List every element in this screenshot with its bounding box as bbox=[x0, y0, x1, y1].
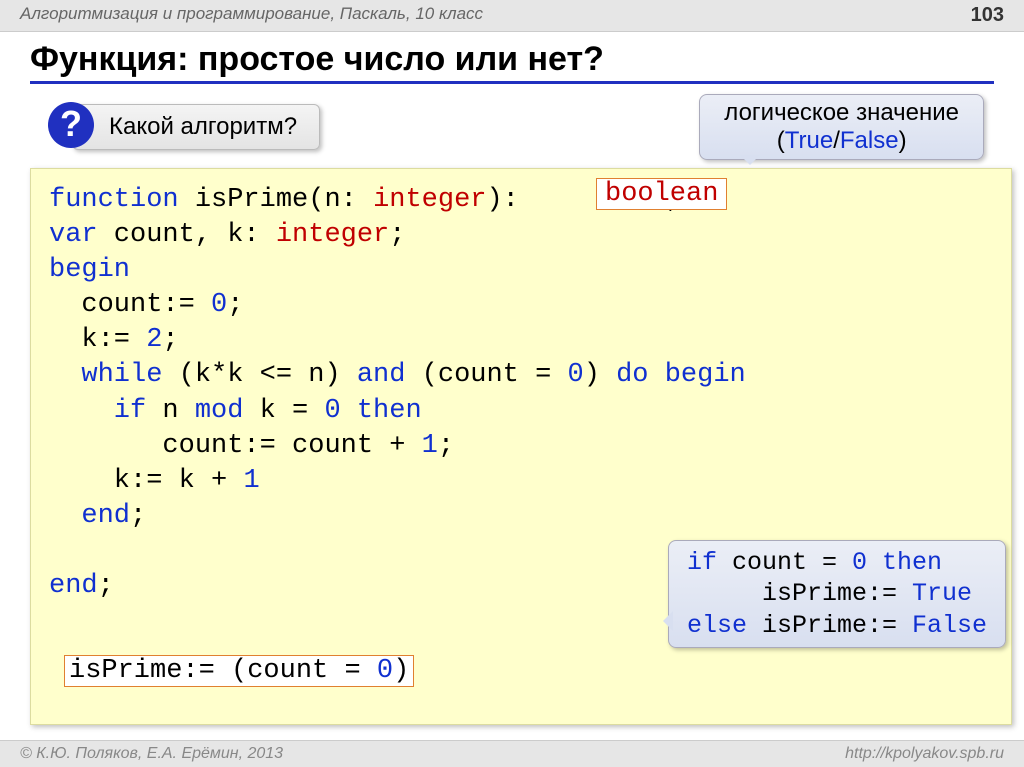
header: Алгоритмизация и программирование, Паска… bbox=[0, 0, 1024, 32]
slide-title: Функция: простое число или нет? bbox=[0, 32, 1024, 81]
callout-row: ? Какой алгоритм? логическое значение (T… bbox=[0, 94, 1024, 164]
boolean-return-box: boolean bbox=[596, 178, 727, 210]
footer-url: http://kpolyakov.spb.ru bbox=[845, 745, 1004, 763]
log-line2: (True/False) bbox=[724, 127, 959, 155]
title-underline bbox=[30, 81, 994, 84]
question-bubble: Какой алгоритм? bbox=[72, 104, 320, 150]
footer: © К.Ю. Поляков, Е.А. Ерёмин, 2013 http:/… bbox=[0, 740, 1024, 767]
question-mark-icon: ? bbox=[48, 102, 94, 148]
log-line1: логическое значение bbox=[724, 99, 959, 127]
explanation-bubble: if count = 0 then isPrime:= True else is… bbox=[668, 540, 1006, 648]
course-label: Алгоритмизация и программирование, Паска… bbox=[20, 4, 483, 27]
page-number: 103 bbox=[971, 4, 1004, 27]
isprime-assignment-box: isPrime:= (count = 0) bbox=[64, 655, 414, 687]
boolean-explanation-bubble: логическое значение (True/False) bbox=[699, 94, 984, 160]
copyright: © К.Ю. Поляков, Е.А. Ерёмин, 2013 bbox=[20, 745, 283, 763]
